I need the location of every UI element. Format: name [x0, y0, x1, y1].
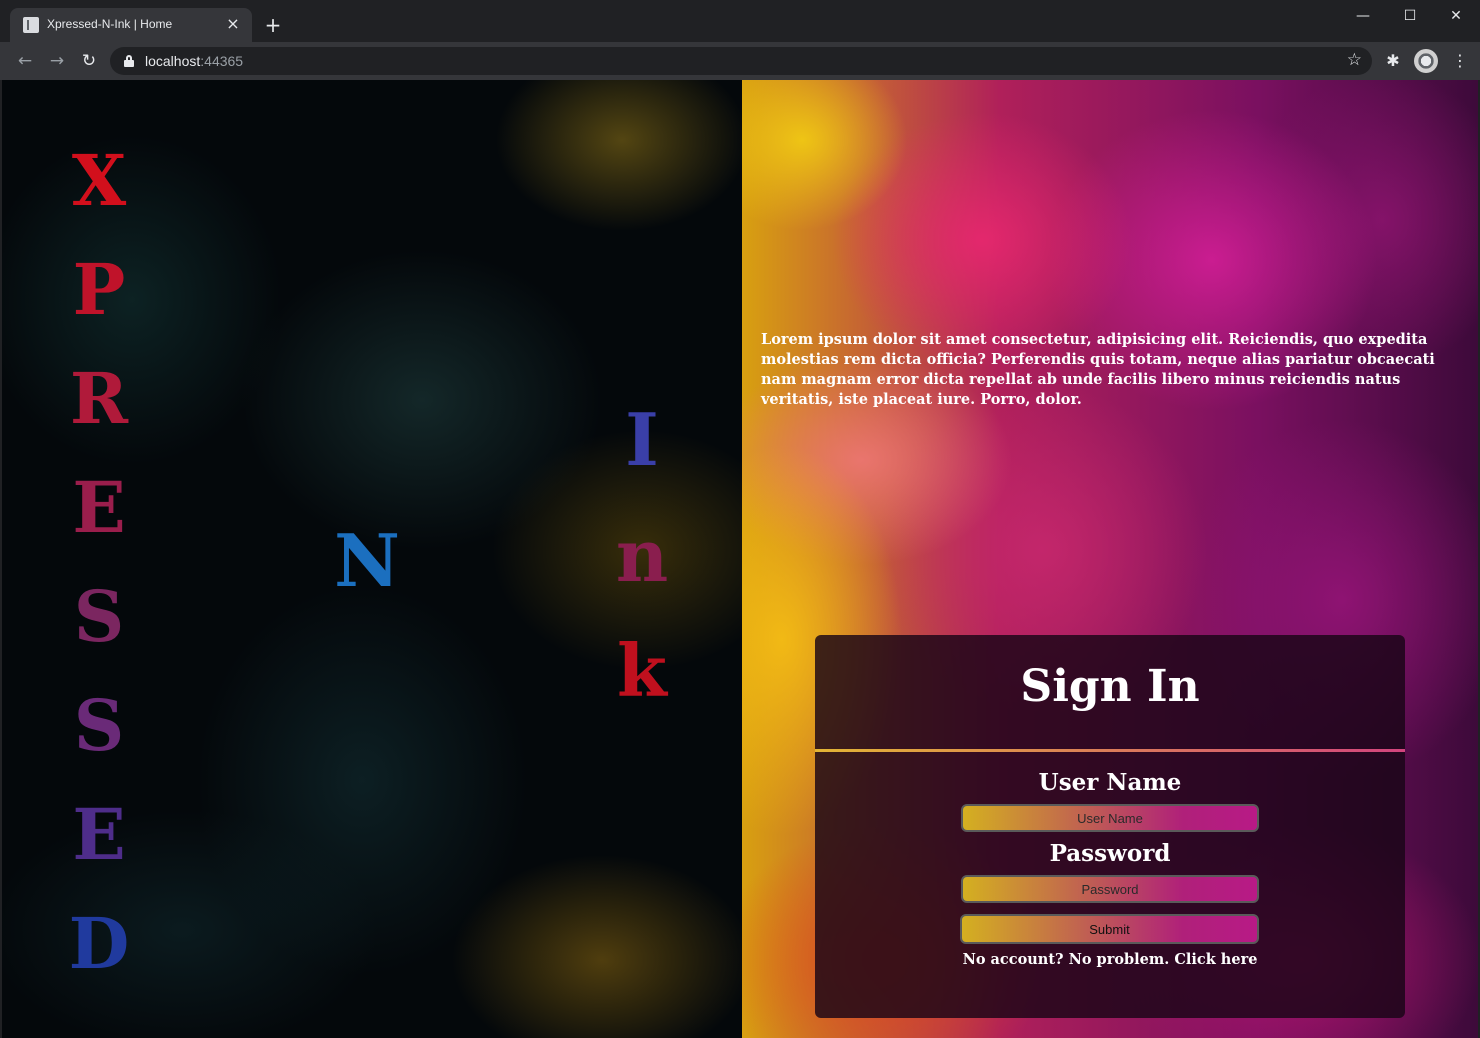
signin-divider: [815, 749, 1405, 752]
signup-link[interactable]: No account? No problem. Click here: [963, 951, 1258, 968]
logo-letter-i: I: [607, 404, 677, 476]
logo-letter-d: D: [64, 909, 134, 979]
reload-icon[interactable]: ↻: [78, 50, 100, 72]
bookmark-star-icon[interactable]: ☆: [1347, 50, 1362, 70]
signup-prompt: No account? No problem. Click here: [815, 951, 1405, 968]
logo-letter-text: E: [72, 793, 126, 876]
browser-menu-icon[interactable]: ⋮: [1449, 50, 1471, 72]
address-bar[interactable]: localhost:44365 ☆: [110, 47, 1372, 75]
logo-letter-k: k: [607, 635, 677, 707]
browser-tab-home[interactable]: Xpressed-N-Ink | Home ×: [10, 8, 252, 42]
browser-tab-strip: Xpressed-N-Ink | Home × + — ☐ ✕: [0, 0, 1480, 42]
logo-letter-n: N: [332, 525, 402, 597]
logo-letter-text: S: [73, 684, 125, 767]
logo-letter-text: S: [73, 575, 125, 658]
forward-arrow-icon[interactable]: →: [46, 50, 68, 72]
logo-letter-s2: S: [64, 691, 134, 761]
url-host: localhost: [145, 53, 201, 69]
submit-button[interactable]: Submit: [960, 914, 1259, 944]
window-maximize-button[interactable]: ☐: [1387, 4, 1433, 28]
logo-ink-text: n: [615, 513, 669, 598]
logo-letter-s: S: [64, 582, 134, 652]
logo-ink-text: k: [617, 628, 667, 713]
intro-paragraph: Lorem ipsum dolor sit amet consectetur, …: [761, 331, 1435, 408]
tab-close-icon[interactable]: ×: [224, 15, 242, 33]
tab-title: Xpressed-N-Ink | Home: [47, 17, 173, 31]
logo-letter-text: X: [71, 139, 127, 222]
password-input[interactable]: [961, 875, 1259, 903]
username-label: User Name: [1038, 769, 1182, 796]
url-text[interactable]: localhost:44365: [145, 53, 243, 69]
logo-letter-e: E: [64, 473, 134, 543]
password-label: Password: [1049, 840, 1171, 867]
signin-title: Sign In: [1020, 661, 1200, 712]
username-input[interactable]: [961, 804, 1259, 832]
logo-letter-x: X: [64, 146, 134, 216]
extensions-puzzle-icon[interactable]: ✱: [1382, 50, 1404, 72]
new-tab-button[interactable]: +: [262, 14, 284, 36]
logo-letter-e2: E: [64, 800, 134, 870]
logo-letter-text: P: [72, 248, 126, 331]
logo-n-text: N: [334, 518, 400, 603]
back-arrow-icon[interactable]: ←: [14, 50, 36, 72]
window-minimize-button[interactable]: —: [1340, 4, 1386, 28]
logo-letter-text: E: [72, 466, 126, 549]
left-smoke-panel: X P R E S S E D N I n k: [2, 80, 742, 1038]
logo-letter-p: P: [64, 255, 134, 325]
logo-letter-text: D: [68, 902, 130, 985]
page-content: X P R E S S E D N I n k Lorem ipsum dolo…: [2, 80, 1478, 1038]
page-favicon-icon: [23, 17, 39, 33]
window-close-button[interactable]: ✕: [1433, 4, 1479, 28]
logo-letter-text: R: [69, 357, 129, 440]
url-port: :44365: [200, 53, 244, 69]
logo-letter-r: R: [64, 364, 134, 434]
profile-avatar[interactable]: [1414, 49, 1438, 73]
logo-ink-text: I: [625, 397, 659, 482]
browser-toolbar: ← → ↻ localhost:44365 ☆ ✱ ⋮: [0, 42, 1480, 80]
logo-letter-n2: n: [607, 520, 677, 592]
lock-icon[interactable]: [124, 55, 134, 67]
signin-card: Sign In User Name Password Submit No acc…: [815, 635, 1405, 1018]
